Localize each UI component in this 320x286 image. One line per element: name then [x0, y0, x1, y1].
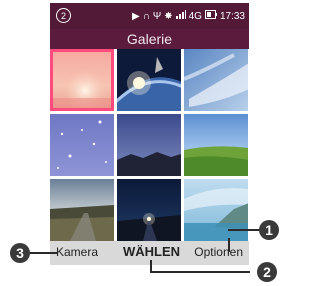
play-icon: ▶: [131, 10, 140, 22]
notification-count-icon: 2: [56, 8, 71, 23]
photo-thumbnail-night-sky[interactable]: [50, 114, 114, 176]
usb-icon: Ψ: [152, 10, 162, 22]
bug-icon: ✸: [164, 10, 173, 22]
callout-marker-3: 3: [10, 243, 30, 263]
callout-number-3: 3: [16, 245, 24, 261]
photo-thumbnail-sky[interactable]: [184, 49, 248, 111]
notification-count: 2: [60, 11, 66, 21]
softkey-center-select[interactable]: WÄHLEN: [123, 244, 180, 259]
photo-thumbnail-earth-orbit[interactable]: [117, 49, 181, 111]
callout-line-1-vertical: [228, 238, 230, 252]
headphones-icon: ∩: [142, 10, 150, 22]
callout-line-2: [150, 271, 250, 273]
status-icons: ▶ ∩ Ψ ✸ 4G 17:33: [132, 8, 245, 24]
callout-marker-1: 1: [259, 220, 279, 240]
photo-thumbnail-sunset[interactable]: [50, 49, 114, 111]
battery-icon: [204, 10, 217, 22]
network-label: 4G: [188, 10, 202, 22]
photo-thumbnail-meadow[interactable]: [184, 114, 248, 176]
callout-line-3: [30, 252, 58, 254]
photo-thumbnail-dusk-horizon[interactable]: [117, 114, 181, 176]
callout-number-1: 1: [265, 222, 273, 238]
phone-screen: 2 ▶ ∩ Ψ ✸ 4G 17:33 Galerie Kamera WÄHLEN…: [50, 3, 249, 265]
clock: 17:33: [219, 10, 245, 22]
status-bar: 2 ▶ ∩ Ψ ✸ 4G 17:33: [50, 3, 249, 29]
photo-thumbnail-night-road[interactable]: [117, 179, 181, 241]
softkey-right-options[interactable]: Optionen: [194, 245, 243, 259]
callout-number-2: 2: [263, 264, 271, 280]
photo-grid: [50, 49, 249, 241]
photo-thumbnail-lake-mountain[interactable]: [184, 179, 248, 241]
photo-thumbnail-road-landscape[interactable]: [50, 179, 114, 241]
softkey-left-camera[interactable]: Kamera: [56, 245, 98, 259]
signal-icon: [175, 10, 186, 22]
app-title: Galerie: [50, 29, 249, 49]
callout-marker-2: 2: [257, 262, 277, 282]
callout-line-1: [228, 229, 262, 231]
